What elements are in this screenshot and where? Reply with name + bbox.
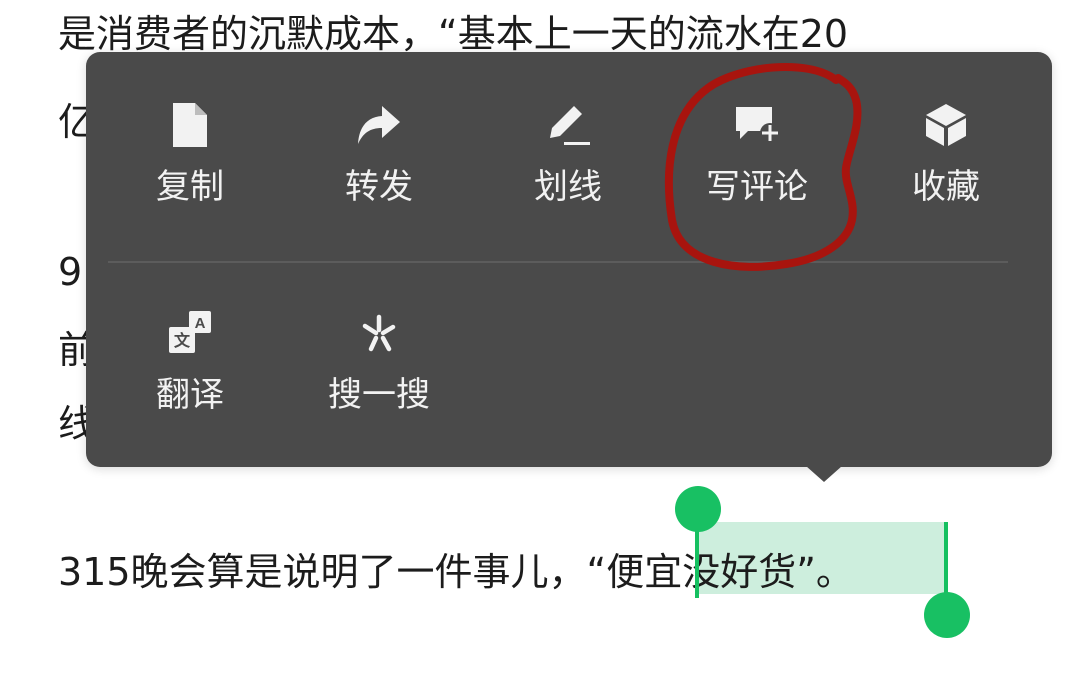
menu-item-label: 翻译 bbox=[156, 375, 224, 415]
article-last-line: 315晚会算是说明了一件事儿，“便宜没好货”。 bbox=[58, 548, 854, 596]
article-line-1: 是消费者的沉默成本，“基本上一天的流水在20 bbox=[58, 12, 849, 56]
document-icon bbox=[165, 100, 215, 150]
forward-icon bbox=[354, 100, 404, 150]
selection-end-handle[interactable] bbox=[924, 592, 970, 638]
menu-item-search[interactable]: 搜一搜 bbox=[304, 308, 454, 428]
menu-item-label: 搜一搜 bbox=[328, 375, 430, 415]
menu-item-label: 划线 bbox=[534, 167, 602, 207]
translate-icon: A 文 bbox=[165, 308, 215, 358]
menu-item-translate[interactable]: A 文 翻译 bbox=[115, 308, 265, 428]
selected-text[interactable]: 便宜没好货 bbox=[606, 550, 796, 594]
svg-text:A: A bbox=[195, 315, 206, 332]
pen-underline-icon bbox=[543, 100, 593, 150]
article-line-3: 9 bbox=[58, 250, 83, 294]
menu-pointer-arrow bbox=[806, 466, 842, 482]
menu-item-label: 收藏 bbox=[912, 167, 980, 207]
cube-icon bbox=[921, 100, 971, 150]
menu-item-copy[interactable]: 复制 bbox=[115, 100, 265, 220]
comment-add-icon bbox=[732, 100, 782, 150]
menu-item-label: 写评论 bbox=[706, 167, 808, 207]
menu-divider bbox=[108, 261, 1008, 263]
menu-item-label: 转发 bbox=[345, 167, 413, 207]
menu-item-write-comment[interactable]: 写评论 bbox=[682, 100, 832, 220]
selection-context-menu: 复制 转发 划线 写评论 收藏 A 文 翻译 搜一搜 bbox=[86, 52, 1052, 467]
text-before-selection: 315晚会算是说明了一件事儿，“ bbox=[58, 550, 607, 594]
search-sparkle-icon bbox=[354, 308, 404, 358]
menu-item-favorite[interactable]: 收藏 bbox=[871, 100, 1021, 220]
selection-start-handle[interactable] bbox=[675, 486, 721, 532]
menu-item-forward[interactable]: 转发 bbox=[304, 100, 454, 220]
text-after-selection: ”。 bbox=[796, 550, 854, 594]
menu-item-label: 复制 bbox=[156, 167, 224, 207]
menu-item-underline[interactable]: 划线 bbox=[493, 100, 643, 220]
svg-text:文: 文 bbox=[174, 331, 191, 350]
